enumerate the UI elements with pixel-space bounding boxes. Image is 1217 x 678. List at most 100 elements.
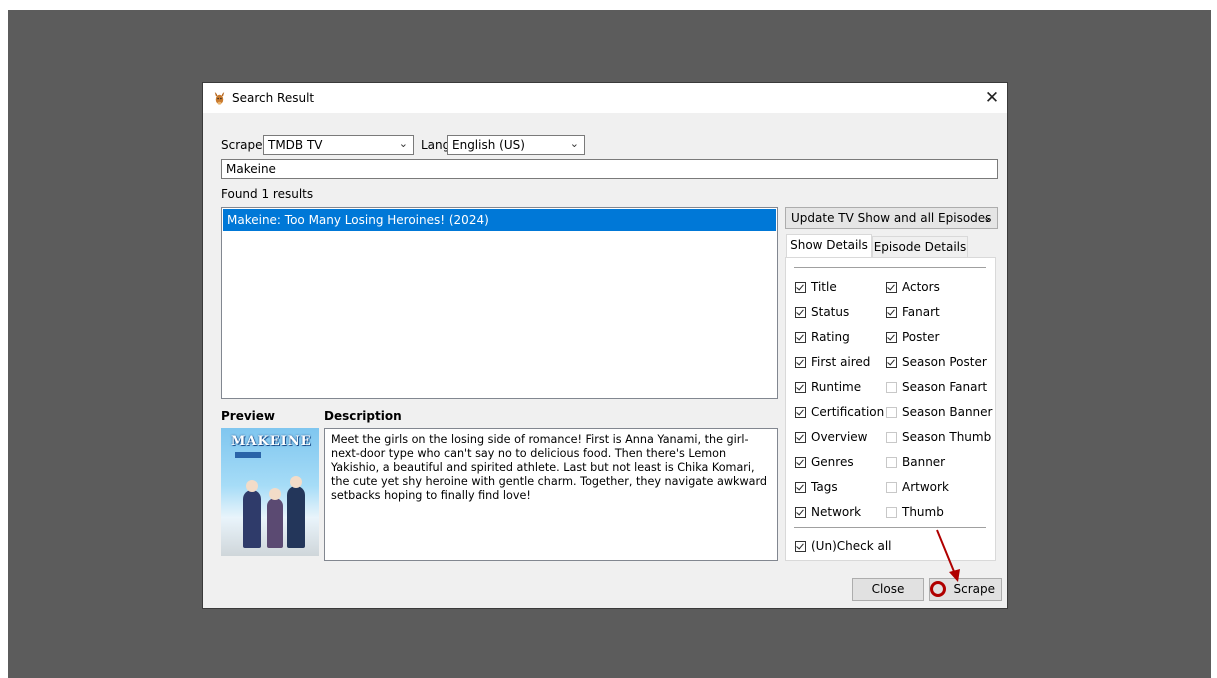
search-input[interactable] [221, 159, 998, 179]
checkbox-genres[interactable]: Genres [795, 453, 854, 471]
checkbox-box[interactable] [886, 282, 897, 293]
checkbox-network[interactable]: Network [795, 503, 861, 521]
description-text: Meet the girls on the losing side of rom… [324, 428, 778, 561]
scraper-label: Scraper [221, 138, 268, 152]
show-details-panel: Title Status Rating First aired Runtime … [785, 257, 996, 561]
checkbox-label: Certification [811, 405, 885, 419]
checkbox-label: Tags [811, 480, 838, 494]
checkbox-label: Actors [902, 280, 940, 294]
chevron-down-icon: ⌄ [398, 137, 408, 150]
checkbox-certification[interactable]: Certification [795, 403, 884, 421]
checkbox-box[interactable] [886, 507, 897, 518]
checkbox-box[interactable] [795, 307, 806, 318]
poster-figure [243, 490, 261, 548]
close-button[interactable]: Close [852, 578, 924, 601]
checkbox-actors[interactable]: Actors [886, 278, 940, 296]
window-title: Search Result [232, 91, 315, 105]
checkbox-label: Artwork [902, 480, 949, 494]
poster-figure-head [246, 480, 258, 492]
chevron-down-icon: ⌄ [569, 137, 579, 150]
checkbox-overview[interactable]: Overview [795, 428, 868, 446]
checkbox-status[interactable]: Status [795, 303, 849, 321]
checkbox-season-poster[interactable]: Season Poster [886, 353, 987, 371]
checkbox-box[interactable] [795, 382, 806, 393]
checkbox-label: Runtime [811, 380, 862, 394]
update-mode-select[interactable]: Update TV Show and all Episodes ⌄ [785, 207, 998, 229]
checkbox-label: Season Thumb [902, 430, 992, 444]
checkbox-box[interactable] [795, 482, 806, 493]
chevron-down-icon: ⌄ [982, 211, 992, 224]
poster-figure-head [269, 488, 281, 500]
checkbox-box[interactable] [886, 432, 897, 443]
checkbox-box[interactable] [886, 482, 897, 493]
checkbox-label: Fanart [902, 305, 940, 319]
checkbox-label: (Un)Check all [811, 539, 892, 553]
checkbox-runtime[interactable]: Runtime [795, 378, 861, 396]
checkbox-artwork[interactable]: Artwork [886, 478, 949, 496]
checkbox-label: Season Poster [902, 355, 987, 369]
checkbox-poster[interactable]: Poster [886, 328, 939, 346]
poster-subtitle-graphic [235, 452, 262, 458]
checkbox-check-all[interactable]: (Un)Check all [795, 537, 892, 555]
checkbox-box[interactable] [795, 332, 806, 343]
close-icon[interactable]: ✕ [981, 87, 1003, 109]
checkbox-label: Rating [811, 330, 850, 344]
results-count: Found 1 results [221, 187, 314, 201]
preview-header: Preview [221, 409, 276, 423]
tab-episode-details[interactable]: Episode Details [872, 236, 968, 258]
language-value: English (US) [452, 138, 525, 152]
poster-image: MAKEINE [221, 428, 319, 556]
checkbox-label: Overview [811, 430, 868, 444]
checkbox-box[interactable] [795, 407, 806, 418]
update-mode-value: Update TV Show and all Episodes [791, 211, 992, 225]
checkbox-thumb[interactable]: Thumb [886, 503, 944, 521]
checkbox-season-fanart[interactable]: Season Fanart [886, 378, 987, 396]
checkbox-label: Season Banner [902, 405, 993, 419]
checkbox-box[interactable] [795, 282, 806, 293]
checkbox-box[interactable] [795, 541, 806, 552]
deer-head-icon [214, 91, 225, 105]
checkbox-label: Thumb [902, 505, 944, 519]
checkbox-box[interactable] [795, 432, 806, 443]
checkbox-box[interactable] [886, 407, 897, 418]
checkbox-rating[interactable]: Rating [795, 328, 850, 346]
scraper-value: TMDB TV [268, 138, 323, 152]
title-bar: Search Result ✕ [203, 83, 1007, 113]
description-header: Description [324, 409, 402, 423]
checkbox-first-aired[interactable]: First aired [795, 353, 870, 371]
arrow-annotation-icon [936, 529, 960, 582]
checkbox-box[interactable] [886, 332, 897, 343]
divider [794, 267, 986, 268]
checkbox-box[interactable] [886, 382, 897, 393]
checkbox-season-banner[interactable]: Season Banner [886, 403, 992, 421]
checkbox-title[interactable]: Title [795, 278, 837, 296]
checkbox-label: Status [811, 305, 850, 319]
language-select[interactable]: English (US) ⌄ [447, 135, 585, 155]
checkbox-box[interactable] [795, 457, 806, 468]
checkbox-label: Title [811, 280, 837, 294]
poster-logo: MAKEINE [231, 434, 312, 449]
checkbox-box[interactable] [886, 457, 897, 468]
checkbox-tags[interactable]: Tags [795, 478, 838, 496]
checkbox-box[interactable] [886, 307, 897, 318]
checkbox-banner[interactable]: Banner [886, 453, 945, 471]
checkbox-label: Network [811, 505, 862, 519]
poster-figure [287, 486, 305, 548]
checkbox-box[interactable] [795, 357, 806, 368]
search-result-dialog: Search Result ✕ Scraper TMDB TV ⌄ Langua… [202, 82, 1008, 609]
checkbox-box[interactable] [886, 357, 897, 368]
poster-figure [267, 498, 283, 548]
checkbox-fanart[interactable]: Fanart [886, 303, 940, 321]
results-list[interactable]: Makeine: Too Many Losing Heroines! (2024… [221, 207, 778, 399]
scraper-select[interactable]: TMDB TV ⌄ [263, 135, 414, 155]
checkbox-box[interactable] [795, 507, 806, 518]
checkbox-label: Genres [811, 455, 854, 469]
checkbox-label: First aired [811, 355, 871, 369]
tab-show-details[interactable]: Show Details [786, 234, 872, 258]
checkbox-label: Banner [902, 455, 946, 469]
checkbox-season-thumb[interactable]: Season Thumb [886, 428, 991, 446]
checkbox-label: Poster [902, 330, 940, 344]
list-item[interactable]: Makeine: Too Many Losing Heroines! (2024… [223, 209, 776, 231]
poster-figure-head [290, 476, 302, 488]
checkbox-label: Season Fanart [902, 380, 988, 394]
